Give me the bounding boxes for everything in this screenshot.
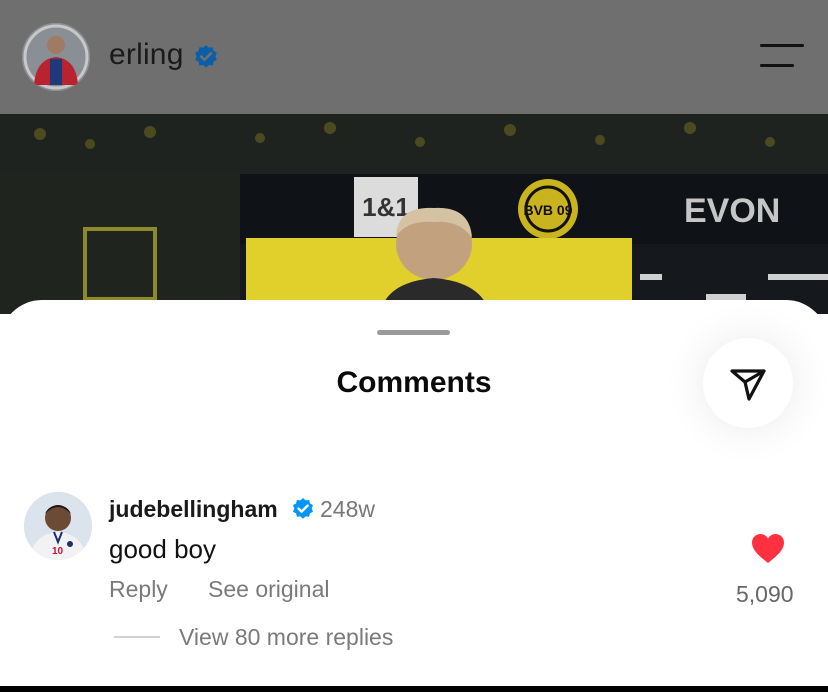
evonik-sign: EVON xyxy=(684,192,780,230)
sponsor-1and1-sign: 1&1 xyxy=(362,192,410,222)
commenter-avatar[interactable]: 10 xyxy=(24,492,92,560)
paper-plane-icon xyxy=(730,369,766,401)
commenter-username[interactable]: judebellingham xyxy=(109,496,278,523)
verified-badge-icon xyxy=(293,498,313,519)
svg-text:10: 10 xyxy=(52,546,64,557)
post-image: 1&1 BVB 09 EVON xyxy=(0,114,828,314)
comments-sheet: Comments 10 judebellingham 248w good boy… xyxy=(0,300,828,686)
verified-badge-icon xyxy=(195,45,217,68)
comment-item: 10 judebellingham 248w good boy Reply Se… xyxy=(0,490,828,660)
comment-text: good boy xyxy=(109,534,216,564)
heart-icon[interactable] xyxy=(751,533,785,565)
sheet-drag-handle[interactable] xyxy=(377,330,450,335)
hamburger-menu-icon[interactable] xyxy=(760,44,804,70)
share-button[interactable] xyxy=(703,338,793,428)
like-count: 5,090 xyxy=(736,581,794,607)
replies-divider xyxy=(114,636,160,638)
bottom-edge xyxy=(0,686,828,692)
bvb-logo-sign: BVB 09 xyxy=(523,202,572,218)
view-more-replies-button[interactable]: View 80 more replies xyxy=(179,624,393,651)
reply-button[interactable]: Reply xyxy=(109,576,168,603)
profile-avatar[interactable] xyxy=(22,23,90,91)
comment-timestamp: 248w xyxy=(320,496,375,522)
profile-username[interactable]: erling xyxy=(109,38,184,72)
see-original-button[interactable]: See original xyxy=(208,576,329,603)
post-header: erling xyxy=(0,0,828,114)
